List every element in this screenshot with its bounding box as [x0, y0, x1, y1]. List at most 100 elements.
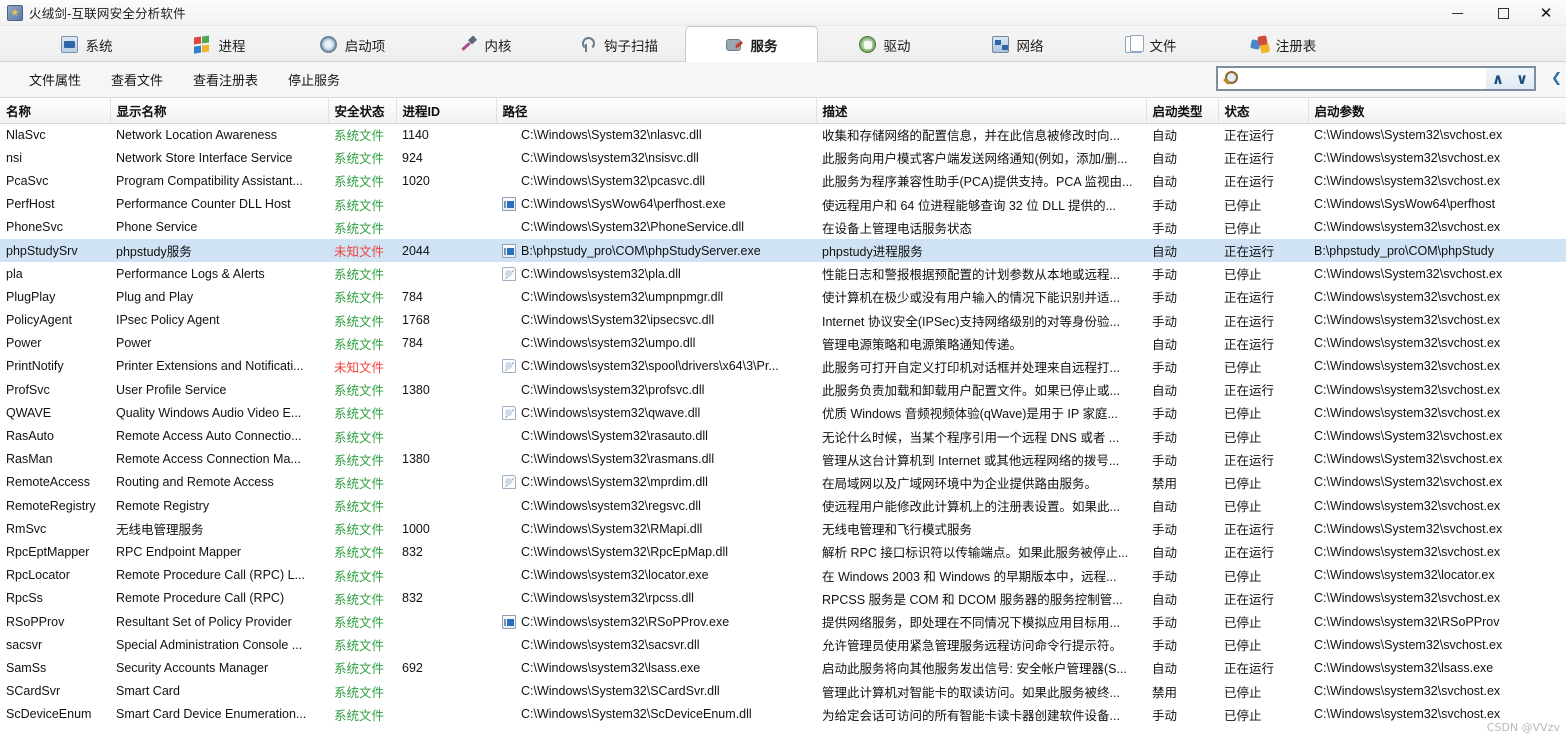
table-row[interactable]: PhoneSvc Phone Service 系统文件 C:\Windows\Syst… — [0, 216, 1566, 239]
cell-security-status: 系统文件 — [334, 152, 385, 167]
startup-icon — [319, 36, 337, 53]
cell-startup-parameter: C:\Windows\System32\svchost.ex — [1314, 429, 1503, 444]
table-row[interactable]: nsi Network Store Interface Service 系统文件 92… — [0, 146, 1566, 169]
table-row[interactable]: RasMan Remote Access Connection Ma... 系统文件… — [0, 448, 1566, 471]
maximize-button[interactable] — [1480, 0, 1526, 26]
cell-state: 已停止 — [1224, 708, 1262, 723]
toolbar: 文件属性 查看文件 查看注册表 停止服务 ∧ ∨ ❮ — [0, 62, 1566, 98]
column-header-启动类型[interactable]: 启动类型 — [1146, 98, 1219, 124]
tab-label: 启动项 — [344, 38, 386, 54]
table-row[interactable]: RemoteAccess Routing and Remote Access 系统文… — [0, 471, 1566, 494]
cell-process-id: 784 — [402, 289, 423, 304]
close-button[interactable]: ✕ — [1526, 0, 1566, 26]
cell-description: 为给定会话可访问的所有智能卡读卡器创建软件设备... — [822, 708, 1120, 723]
cell-process-id — [396, 564, 496, 587]
search-input[interactable] — [1242, 69, 1486, 88]
cell-path: C:\Windows\system32\RSoPProv.exe — [496, 610, 816, 633]
cell-process-id: 1000 — [402, 521, 430, 536]
cell-startup-parameter: C:\Windows\System32\svchost.ex — [1314, 521, 1503, 536]
cell-path: C:\Windows\System32\ScDeviceEnum.dll — [496, 703, 816, 726]
table-row[interactable]: pla Performance Logs & Alerts 系统文件 C:\Windo… — [0, 262, 1566, 285]
cell-startup-type: 自动 — [1152, 337, 1178, 352]
table-row[interactable]: PerfHost Performance Counter DLL Host 系统文件… — [0, 193, 1566, 216]
table-row[interactable]: RpcEptMapper RPC Endpoint Mapper 系统文件 832 C:… — [0, 540, 1566, 563]
column-header-显示名称[interactable]: 显示名称 — [110, 98, 329, 124]
cell-state: 已停止 — [1224, 616, 1262, 631]
search-next-button[interactable]: ∨ — [1510, 68, 1534, 89]
table-row[interactable]: QWAVE Quality Windows Audio Video E... 系统文… — [0, 401, 1566, 424]
cell-display-name: phpstudy服务 — [110, 238, 328, 263]
table-row[interactable]: PcaSvc Program Compatibility Assistant...… — [0, 169, 1566, 192]
column-header-启动参数[interactable]: 启动参数 — [1308, 98, 1566, 124]
table-row[interactable]: PlugPlay Plug and Play 系统文件 784 C:\Windows\s… — [0, 285, 1566, 308]
toolbar-expand-icon[interactable]: ❮ — [1551, 70, 1562, 86]
table-row[interactable]: RmSvc 无线电管理服务 系统文件 1000 C:\Windows\System32\… — [0, 517, 1566, 540]
cell-startup-type: 手动 — [1152, 198, 1178, 213]
table-row[interactable]: ProfSvc User Profile Service 系统文件 1380 C:\Wi… — [0, 378, 1566, 401]
table-row[interactable]: RSoPProv Resultant Set of Policy Provider… — [0, 610, 1566, 633]
column-header-路径[interactable]: 路径 — [496, 98, 817, 124]
tab-驱动[interactable]: 驱动 — [818, 27, 951, 61]
cell-security-status: 系统文件 — [334, 430, 385, 445]
column-header-名称[interactable]: 名称 — [0, 98, 111, 124]
table-row[interactable]: sacsvr Special Administration Console ...… — [0, 633, 1566, 656]
cell-startup-type: 禁用 — [1152, 476, 1178, 491]
table-row[interactable]: RpcLocator Remote Procedure Call (RPC) L.… — [0, 564, 1566, 587]
table-row[interactable]: PrintNotify Printer Extensions and Notifi… — [0, 355, 1566, 378]
toolbar-button-查看文件[interactable]: 查看文件 — [96, 64, 178, 95]
table-row[interactable]: PolicyAgent IPsec Policy Agent 系统文件 1768 C:\… — [0, 309, 1566, 332]
cell-startup-parameter: C:\Windows\System32\svchost.ex — [1314, 452, 1503, 467]
toolbar-button-查看注册表[interactable]: 查看注册表 — [178, 64, 273, 95]
cell-startup-type: 手动 — [1152, 708, 1178, 723]
tab-钩子扫描[interactable]: 钩子扫描 — [552, 27, 685, 61]
table-row[interactable]: RasAuto Remote Access Auto Connectio... 系统… — [0, 424, 1566, 447]
cell-name: SCardSvr — [6, 684, 61, 699]
cell-display-name: Remote Procedure Call (RPC) L... — [116, 568, 305, 583]
column-header-状态[interactable]: 状态 — [1218, 98, 1309, 124]
toolbar-button-停止服务[interactable]: 停止服务 — [273, 64, 355, 95]
services-table-container[interactable]: 名称 显示名称 安全状态 进程ID 路径 描述 启动类型 状态 启动参数 NlaSvc Netwo… — [0, 98, 1566, 736]
column-header-进程ID[interactable]: 进程ID — [396, 98, 497, 124]
cell-security-status: 系统文件 — [334, 592, 385, 607]
path-text: C:\Windows\System32\ScDeviceEnum.dll — [521, 707, 752, 722]
table-row[interactable]: RpcSs Remote Procedure Call (RPC) 系统文件 832 C… — [0, 587, 1566, 610]
cell-description: 无论什么时候，当某个程序引用一个远程 DNS 或者 ... — [822, 430, 1120, 445]
cell-path: C:\Windows\System32\ipsecsvc.dll — [496, 309, 816, 332]
table-row[interactable]: NlaSvc Network Location Awareness 系统文件 1140… — [0, 123, 1566, 146]
hook-scan-icon — [579, 36, 596, 53]
cell-path: C:\Windows\system32\nsisvc.dll — [496, 146, 816, 169]
cell-process-id: 1140 — [402, 127, 429, 142]
system-icon — [60, 36, 78, 53]
minimize-button[interactable] — [1434, 0, 1480, 26]
table-row[interactable]: ScDeviceEnum Smart Card Device Enumeratio… — [0, 703, 1566, 726]
table-row[interactable]: SCardSvr Smart Card 系统文件 C:\Windows\System3… — [0, 680, 1566, 703]
cell-process-id: 2044 — [396, 238, 496, 263]
cell-security-status: 系统文件 — [334, 685, 385, 700]
tab-网络[interactable]: 网络 — [951, 27, 1084, 61]
table-row[interactable]: phpStudySrv phpstudy服务 未知文件 2044 B:\phpstudy… — [0, 238, 1566, 263]
tab-注册表[interactable]: 注册表 — [1217, 27, 1350, 61]
table-row[interactable]: RemoteRegistry Remote Registry 系统文件 C:\Wind… — [0, 494, 1566, 517]
tab-内核[interactable]: 内核 — [419, 27, 552, 61]
search-prev-button[interactable]: ∧ — [1486, 68, 1510, 89]
column-header-描述[interactable]: 描述 — [816, 98, 1147, 124]
path-text: C:\Windows\system32\RSoPProv.exe — [521, 614, 730, 629]
cell-process-id — [396, 193, 496, 216]
tab-服务[interactable]: 服务 — [685, 26, 818, 62]
tab-启动项[interactable]: 启动项 — [286, 27, 419, 61]
path-text: C:\Windows\system32\nsisvc.dll — [521, 150, 699, 165]
tab-系统[interactable]: 系统 — [20, 27, 153, 61]
cell-state: 正在运行 — [1224, 662, 1275, 677]
tab-文件[interactable]: 文件 — [1084, 27, 1217, 61]
cell-startup-parameter: C:\Windows\system32\svchost.ex — [1314, 150, 1501, 165]
cell-process-id — [396, 633, 496, 656]
table-row[interactable]: Power Power 系统文件 784 C:\Windows\system32\ump… — [0, 332, 1566, 355]
table-row[interactable]: SamSs Security Accounts Manager 系统文件 692 C:\… — [0, 656, 1566, 679]
column-header-安全状态[interactable]: 安全状态 — [328, 98, 397, 124]
cell-name: PrintNotify — [6, 359, 64, 374]
toolbar-button-文件属性[interactable]: 文件属性 — [14, 64, 96, 95]
tab-进程[interactable]: 进程 — [153, 27, 286, 61]
path-text: C:\Windows\system32\sacsvr.dll — [521, 637, 700, 652]
cell-name: RemoteAccess — [6, 475, 91, 490]
search-box[interactable]: ∧ ∨ — [1216, 66, 1536, 91]
